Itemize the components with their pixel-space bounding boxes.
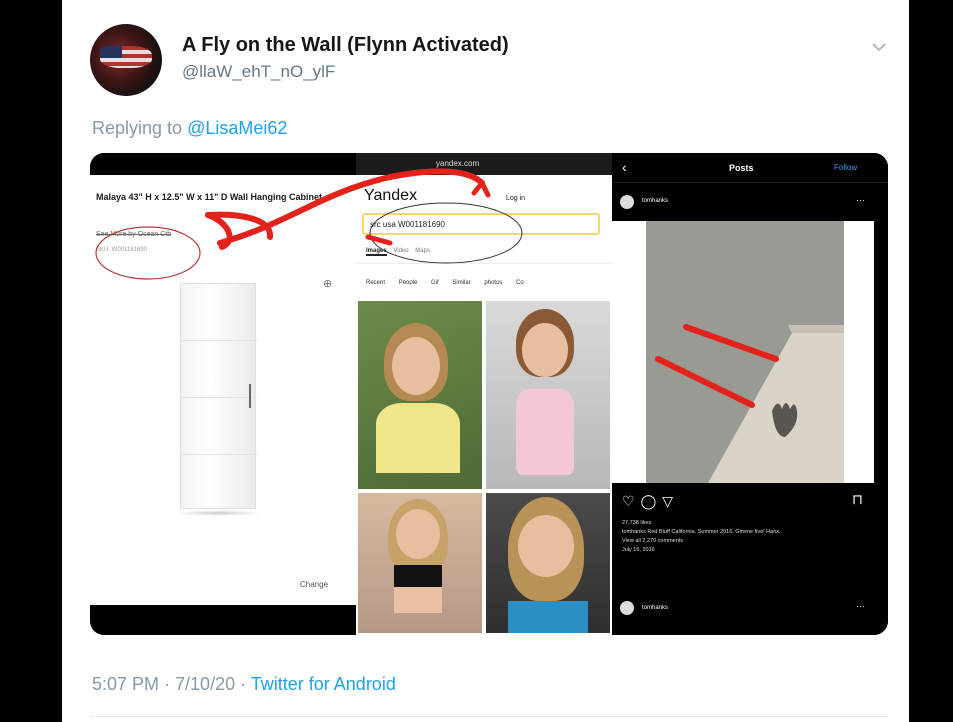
likes-count: 27,738 likes [622,520,652,526]
reply-mention-link[interactable]: @LisaMei62 [187,118,287,138]
filter-recent: Recent [366,280,386,286]
tab-images: Images [366,248,387,256]
see-more-link: See More by Ocean Ctb [96,231,172,238]
comments-link: View all 2,270 comments [622,538,684,544]
post-actions: ♡◯▽ [622,493,679,510]
follow-label: Follow [834,163,858,172]
search-filters: Recent People Gif Similar photos Co [366,280,524,286]
post-username: tomhanks [642,198,669,204]
client-link[interactable]: Twitter for Android [251,674,396,694]
cabinet-image [175,283,263,516]
chevron-down-icon[interactable] [870,38,888,56]
more-icon: ··· [856,195,865,205]
search-query: src usa W001181690 [370,220,446,229]
instagram-header: ‹ Posts Follow [612,153,888,183]
search-tabs: Images Video Maps [366,248,430,256]
change-label: Change [300,580,329,589]
url-text: yandex.com [436,159,480,168]
header-title: Posts [729,163,754,173]
timestamp-text: 5:07 PM · 7/10/20 · [92,674,251,694]
status-bar [90,153,356,175]
url-bar: yandex.com [356,153,612,175]
post-date: July 16, 2016 [622,547,655,553]
flag-icon [100,46,152,68]
share-icon: ▽ [662,493,680,509]
profile-avatar [620,195,634,209]
product-sku: SKU: W001181690 [96,247,147,253]
avatar[interactable] [90,24,162,96]
tweet-timestamp: 5:07 PM · 7/10/20 · Twitter for Android [92,674,396,695]
next-more-icon: ··· [856,601,865,611]
result-photo [358,493,482,633]
result-photo [486,301,610,489]
product-screenshot: Malaya 43" H x 12.5" W x 11" D Wall Hang… [90,153,356,635]
post-photo [612,221,874,483]
next-post-avatar [620,601,634,615]
letterbox-left [0,0,62,722]
search-logo: Yandex [364,187,418,204]
post-caption: tomhanks Red Bluff California. Summer 20… [622,529,781,535]
reply-prefix: Replying to [92,118,183,138]
tweet-media-image[interactable]: Malaya 43" H x 12.5" W x 11" D Wall Hang… [90,153,888,635]
zoom-icon: ⊕ [323,278,333,290]
next-post-username: tomhanks [642,605,669,611]
back-arrow-icon: ‹ [622,159,627,175]
filter-people: People [398,280,418,286]
divider [90,716,888,717]
bottom-bar [90,605,356,635]
search-screenshot: yandex.com Yandex Log in src usa W001181… [356,153,612,635]
result-photo [486,493,610,633]
letterbox-right [909,0,953,722]
tab-maps: Maps [415,248,430,254]
login-label: Log in [506,195,526,202]
filter-more: Co [516,280,524,286]
search-field: src usa W001181690 [362,213,600,235]
filter-similar: Similar photos [452,280,503,286]
tab-video: Video [393,248,409,254]
user-handle[interactable]: @llaW_ehT_nO_ylF [182,62,335,82]
filter-gif: Gif [431,280,439,286]
comment-icon: ◯ [640,493,663,509]
post-meta: 27,738 likes tomhanks Red Bluff Californ… [622,519,832,555]
result-photo [358,301,482,489]
display-name[interactable]: A Fly on the Wall (Flynn Activated) [182,34,509,57]
tweet-card: A Fly on the Wall (Flynn Activated) @lla… [62,0,909,722]
bookmark-icon: ⊓ [852,491,863,507]
heart-icon: ♡ [622,493,641,509]
replying-to: Replying to @LisaMei62 [92,118,287,139]
product-title: Malaya 43" H x 12.5" W x 11" D Wall Hang… [96,192,323,202]
instagram-screenshot: ‹ Posts Follow tomhanks ··· ♡◯▽ ⊓ 27,738… [612,153,888,635]
